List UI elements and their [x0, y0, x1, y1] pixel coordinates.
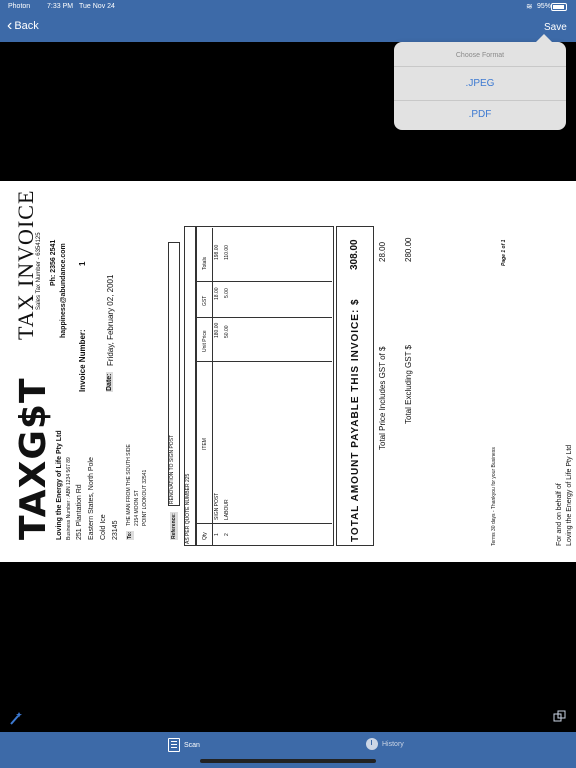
table-cell-item: LABOUR: [224, 499, 230, 520]
address-line: 251 Plantation Rd: [76, 484, 83, 540]
format-option-pdf[interactable]: .PDF: [394, 100, 566, 130]
carrier-label: Photon: [8, 3, 31, 10]
table-column-divider: [196, 361, 332, 362]
table-cell-gst: 18.00: [214, 287, 220, 300]
table-column-divider: [196, 317, 332, 318]
quote-value: AS PER QUOTE NUMBER 225: [185, 473, 191, 544]
wifi-icon: ≋: [526, 2, 533, 11]
invoice-logo: TAXG$T: [13, 377, 54, 540]
reference-label: Reference:: [170, 512, 178, 540]
clock-icon: [366, 738, 378, 750]
column-header-totals: Totals: [202, 256, 208, 270]
magic-wand-icon-graphic: [10, 712, 22, 725]
table-cell-qty: 2: [224, 533, 230, 536]
recipient-line: THE MAN FROM THE SOUTH SIDE: [126, 444, 132, 526]
format-popover-title: Choose Format: [394, 46, 566, 67]
table-cell-unit-price: 50.00: [224, 325, 230, 338]
total-label: TOTAL AMOUNT PAYABLE THIS INVOICE: $: [350, 298, 361, 542]
recipient-line: POINT LOOKOUT 32541: [142, 469, 148, 526]
tab-scan[interactable]: Scan: [168, 738, 200, 752]
invoice-preview: TAXG$T TAX INVOICE Loving the Energy of …: [0, 181, 576, 562]
gst-included-value: 28.00: [378, 241, 387, 262]
email-address: happiness@abundance.com: [60, 243, 67, 338]
phone-number: Ph: 2356 2541: [50, 239, 57, 286]
battery-percent: 95%: [537, 3, 552, 10]
date-value: Friday, February 02, 2001: [106, 274, 115, 366]
back-button[interactable]: ‹ Back: [7, 17, 39, 34]
sales-tax-number: Sales Tax Number - 6354125: [36, 232, 42, 310]
payment-terms: Terms 30 days - Thankyou for your Busine…: [491, 447, 497, 546]
status-date: Tue Nov 24: [79, 3, 115, 10]
scan-icon: [168, 738, 180, 752]
save-button[interactable]: Save: [544, 22, 567, 33]
column-header-item: ITEM: [202, 438, 208, 450]
signature-line: For and on behalf of: [556, 483, 563, 546]
invoice-title: TAX INVOICE: [13, 189, 38, 340]
table-cell-qty: 1: [214, 533, 220, 536]
signature-line: Loving the Energy of Life Pty Ltd: [566, 444, 573, 546]
table-column-divider: [196, 523, 332, 524]
column-header-unit-price: Unit Price: [202, 330, 208, 352]
column-header-qty: Qty: [202, 532, 208, 540]
table-cell-unit-price: 180.00: [214, 322, 220, 338]
format-option-jpeg[interactable]: .JPEG: [394, 68, 566, 101]
crop-icon-graphic: [553, 710, 566, 722]
battery-icon: [551, 3, 567, 11]
table-cell-total: 198.00: [214, 244, 220, 260]
excluding-gst-value: 280.00: [404, 237, 413, 262]
total-value: 308.00: [349, 239, 360, 270]
format-popover: Choose Format .JPEG .PDF: [394, 34, 566, 130]
crop-icon[interactable]: [553, 710, 566, 723]
tab-bar: Scan History: [0, 732, 576, 768]
address-line: Cold Ice: [100, 514, 107, 540]
magic-wand-icon[interactable]: [10, 711, 22, 725]
table-column-divider: [196, 281, 332, 282]
table-cell-total: 110.00: [224, 245, 230, 260]
excluding-gst-label: Total Excluding GST $: [404, 344, 413, 424]
status-time: 7:33 PM: [47, 3, 74, 10]
home-indicator: [200, 759, 376, 763]
company-name: Loving the Energy of Life Pty Ltd: [56, 430, 63, 540]
recipient-line: 2154 MOON ST: [134, 490, 140, 526]
table-cell-item: SIGN POST: [214, 492, 220, 520]
business-number: Business Number : ABN 1234 567 89: [66, 457, 72, 540]
invoice-number-value: 1: [78, 261, 87, 266]
table-header-divider: [212, 228, 213, 546]
to-label: To:: [126, 530, 134, 540]
gst-included-label: Total Price Includes GST of $: [378, 346, 387, 450]
reference-value: RENOVATION TO SIGN POST: [169, 434, 175, 504]
address-line: 23145: [112, 520, 119, 540]
invoice-number-label: Invoice Number:: [78, 329, 87, 392]
back-label: Back: [14, 20, 39, 32]
tab-history-label: History: [382, 740, 404, 748]
tab-scan-label: Scan: [184, 741, 200, 749]
status-bar: Photon 7:33 PM Tue Nov 24 ≋ 95%: [0, 0, 576, 14]
date-label: Date:: [106, 372, 113, 392]
table-cell-gst: 5.00: [224, 288, 230, 298]
address-line: Eastern States, North Pole: [88, 457, 95, 540]
navigation-bar: ‹ Back Save: [0, 14, 576, 42]
invoice-page: TAXG$T TAX INVOICE Loving the Energy of …: [0, 181, 576, 562]
column-header-gst: GST: [202, 295, 208, 306]
chevron-left-icon: ‹: [7, 17, 13, 34]
page-number: Page 1 of 1: [501, 239, 507, 266]
tab-history[interactable]: History: [366, 738, 404, 750]
